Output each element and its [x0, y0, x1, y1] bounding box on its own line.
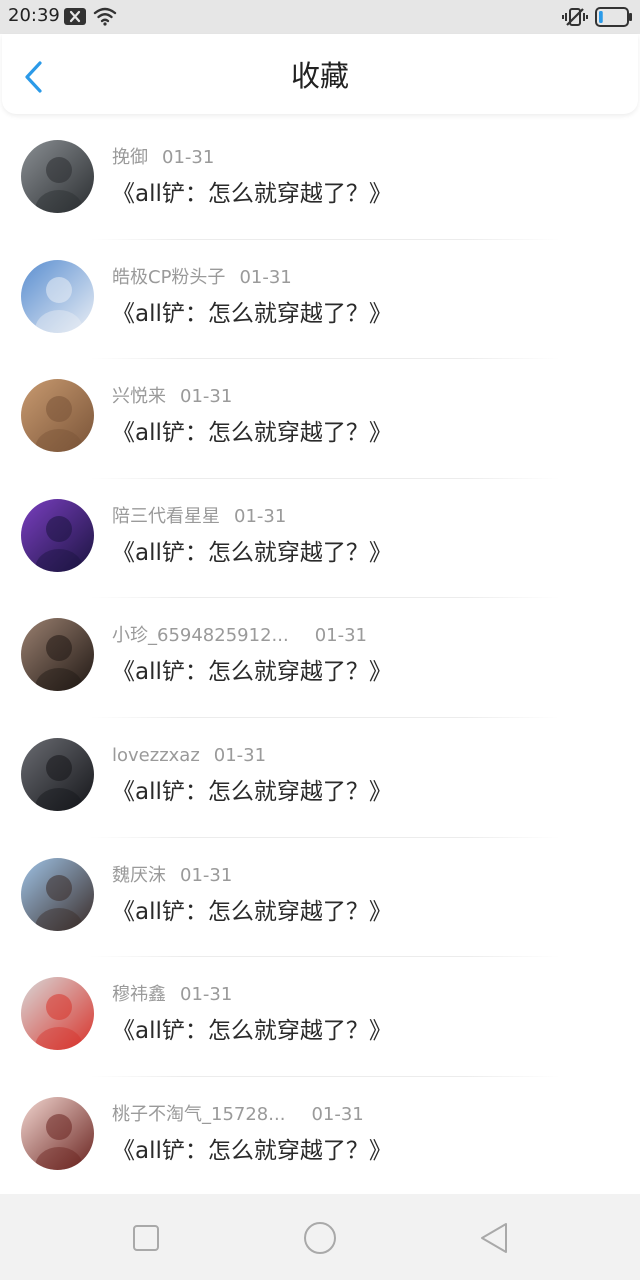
list-item[interactable]: lovezzxaz 01-31 《all铲：怎么就穿越了？》 — [0, 718, 640, 838]
avatar[interactable] — [21, 140, 94, 213]
avatar[interactable] — [21, 259, 94, 333]
recents-square-icon — [133, 1225, 159, 1251]
screen: 20:39 收藏 挽御 01-31 《all铲：怎么就穿越了？》 皓极CP粉头子… — [0, 0, 640, 1280]
avatar[interactable] — [21, 618, 94, 692]
story-title: 《all铲：怎么就穿越了？》 — [112, 898, 392, 925]
home-circle-icon — [304, 1222, 336, 1254]
item-meta: 皓极CP粉头子 01-31 — [112, 266, 292, 290]
story-title: 《all铲：怎么就穿越了？》 — [112, 659, 392, 686]
home-button[interactable] — [300, 1218, 340, 1258]
user-name: 小珍_6594825912... — [112, 625, 289, 647]
story-title: 《all铲：怎么就穿越了？》 — [112, 778, 392, 805]
item-meta: 魏厌沫 01-31 — [112, 864, 232, 888]
list-item[interactable]: 桃子不淘气_15728... 01-31 《all铲：怎么就穿越了？》 — [0, 1077, 640, 1197]
list-item[interactable]: 穆祎鑫 01-31 《all铲：怎么就穿越了？》 — [0, 957, 640, 1077]
item-meta: 穆祎鑫 01-31 — [112, 983, 232, 1007]
item-meta: 桃子不淘气_15728... 01-31 — [112, 1103, 364, 1127]
list-item[interactable]: 陪三代看星星 01-31 《all铲：怎么就穿越了？》 — [0, 479, 640, 599]
list-item[interactable]: 皓极CP粉头子 01-31 《all铲：怎么就穿越了？》 — [0, 240, 640, 360]
item-date: 01-31 — [311, 1103, 364, 1125]
user-name: 魏厌沫 — [112, 864, 166, 886]
avatar[interactable] — [21, 737, 94, 811]
item-date: 01-31 — [180, 864, 233, 886]
status-time: 20:39 — [8, 5, 60, 26]
story-title: 《all铲：怎么就穿越了？》 — [112, 300, 392, 327]
list-item[interactable]: 挽御 01-31 《all铲：怎么就穿越了？》 — [0, 120, 640, 240]
item-date: 01-31 — [314, 625, 367, 647]
story-title: 《all铲：怎么就穿越了？》 — [112, 1018, 392, 1045]
user-name: 桃子不淘气_15728... — [112, 1103, 286, 1125]
item-meta: 小珍_6594825912... 01-31 — [112, 624, 367, 648]
story-title: 《all铲：怎么就穿越了？》 — [112, 539, 392, 566]
back-nav-button[interactable] — [474, 1218, 514, 1258]
header: 收藏 — [2, 34, 638, 114]
wifi-icon — [93, 6, 117, 30]
favorites-list: 挽御 01-31 《all铲：怎么就穿越了？》 皓极CP粉头子 01-31 《all铲：怎… — [0, 120, 640, 1197]
back-triangle-icon — [481, 1223, 507, 1253]
avatar[interactable] — [21, 498, 94, 572]
story-title: 《all铲：怎么就穿越了？》 — [112, 1137, 392, 1164]
item-date: 01-31 — [213, 744, 267, 766]
battery-icon — [595, 7, 633, 31]
item-meta: 陪三代看星星 01-31 — [112, 505, 286, 529]
user-name: 挽御 — [112, 147, 148, 168]
avatar[interactable] — [21, 379, 94, 453]
item-date: 01-31 — [234, 505, 287, 527]
navigation-bar — [0, 1194, 640, 1280]
avatar[interactable] — [21, 1096, 94, 1170]
notification-x-icon — [64, 8, 86, 29]
user-name: 穆祎鑫 — [112, 984, 166, 1006]
user-name: 陪三代看星星 — [112, 505, 220, 527]
user-name: 皓极CP粉头子 — [112, 266, 226, 288]
status-bar: 20:39 — [0, 0, 640, 34]
list-item[interactable]: 小珍_6594825912... 01-31 《all铲：怎么就穿越了？》 — [0, 598, 640, 718]
avatar[interactable] — [21, 857, 94, 931]
list-item[interactable]: 兴悦来 01-31 《all铲：怎么就穿越了？》 — [0, 359, 640, 479]
story-title: 《all铲：怎么就穿越了？》 — [112, 181, 392, 207]
story-title: 《all铲：怎么就穿越了？》 — [112, 420, 392, 447]
item-meta: lovezzxaz 01-31 — [112, 744, 266, 768]
avatar[interactable] — [21, 977, 94, 1051]
page-title: 收藏 — [290, 59, 349, 93]
item-date: 01-31 — [180, 984, 233, 1006]
item-meta: 兴悦来 01-31 — [112, 385, 232, 409]
recents-button[interactable] — [126, 1218, 166, 1258]
item-date: 01-31 — [180, 386, 233, 408]
item-meta: 挽御 01-31 — [112, 146, 214, 170]
item-date: 01-31 — [239, 266, 292, 288]
item-date: 01-31 — [162, 147, 215, 168]
user-name: lovezzxaz — [112, 744, 200, 766]
user-name: 兴悦来 — [112, 386, 166, 408]
list-item[interactable]: 魏厌沫 01-31 《all铲：怎么就穿越了？》 — [0, 838, 640, 958]
vibrate-mute-icon — [562, 6, 588, 32]
